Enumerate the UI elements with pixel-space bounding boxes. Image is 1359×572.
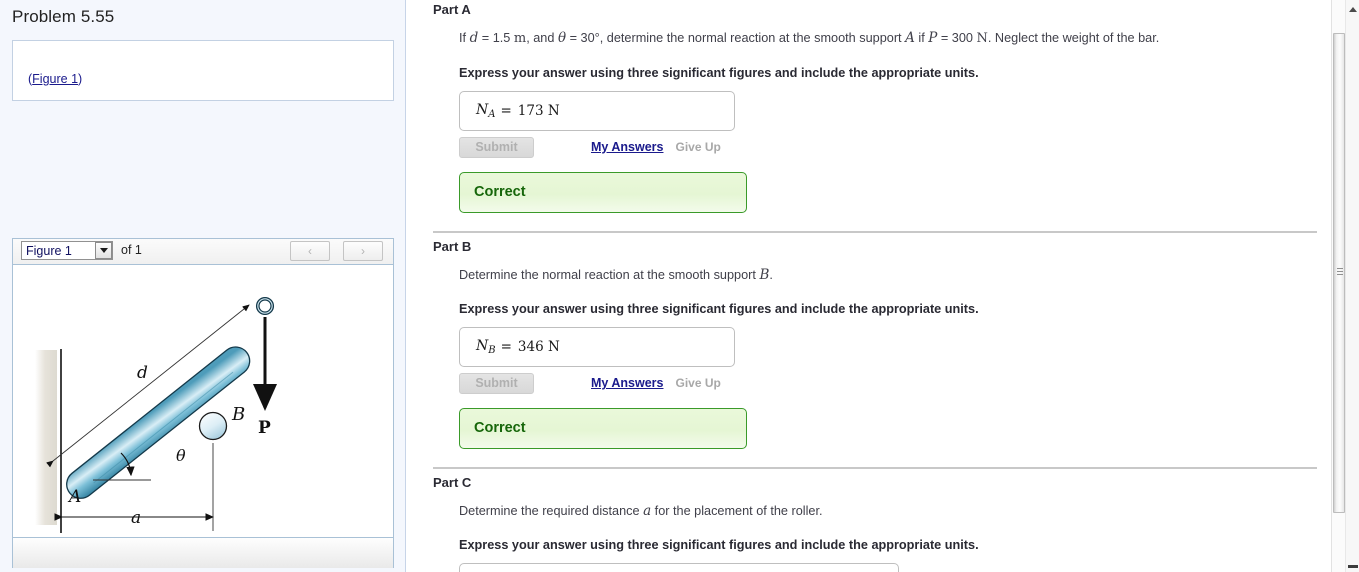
part-a-feedback-box: Correct <box>459 171 747 213</box>
scroll-up-arrow-icon[interactable] <box>1346 2 1359 16</box>
figure-next-button[interactable]: › <box>343 241 383 261</box>
part-b-my-answers-link[interactable]: My Answers <box>591 376 663 390</box>
figure-link[interactable]: (Figure 1) <box>28 72 82 86</box>
part-b-answer-value: 346 N <box>517 338 560 355</box>
part-a-instruction: Express your answer using three signific… <box>459 65 979 80</box>
part-b-heading: Part B <box>433 238 472 254</box>
part-a-submit-button[interactable]: Submit <box>459 136 534 158</box>
figure-link-paren-close: ) <box>78 72 83 86</box>
label-P: P <box>258 418 271 438</box>
parts-main-panel: Part A If d = 1.5 m, and θ = 30°, determ… <box>407 0 1331 572</box>
part-b-button-row: Submit My Answers Give Up <box>459 372 1331 394</box>
figure-select-value: Figure 1 <box>26 243 72 258</box>
chevron-down-icon[interactable] <box>95 242 112 259</box>
figure-diagram: d θ B A a P <box>13 265 393 537</box>
part-a-give-up-link[interactable]: Give Up <box>675 140 720 154</box>
part-a-equals: = <box>500 102 512 119</box>
inner-vertical-scrollbar[interactable] <box>1331 0 1345 572</box>
part-b-submit-button[interactable]: Submit <box>459 372 534 394</box>
part-a-feedback-text: Correct <box>474 184 526 201</box>
part-b-answer-input[interactable]: NB = 346 N <box>459 326 735 367</box>
part-a-answer-input[interactable]: NA = 173 N <box>459 90 735 131</box>
part-block-a: Part A If d = 1.5 m, and θ = 30°, determ… <box>407 0 1331 233</box>
problem-intro-box: (Figure 1) <box>12 40 394 101</box>
figure-panel: Figure 1 of 1 ‹ › d θ B A a P <box>12 238 394 568</box>
bar-roller-diagram-svg: d θ B A a P <box>35 296 277 533</box>
scrollbar-grip-icon <box>1337 268 1343 278</box>
figure-footer-bar <box>13 537 393 568</box>
part-a-answer-symbol: NA <box>476 101 496 120</box>
label-B: B <box>231 404 245 425</box>
part-a-answer-value: 173 N <box>517 102 560 119</box>
part-b-instruction: Express your answer using three signific… <box>459 301 979 316</box>
part-b-equals: = <box>500 338 512 355</box>
part-block-c: Part C Determine the required distance a… <box>407 475 1331 572</box>
part-divider-b-c <box>433 466 1317 469</box>
label-A: A <box>67 487 81 507</box>
part-a-heading: Part A <box>433 2 471 17</box>
inner-scrollbar-thumb[interactable] <box>1333 33 1345 513</box>
figure-toolbar: Figure 1 of 1 ‹ › <box>13 239 393 265</box>
part-b-give-up-link[interactable]: Give Up <box>675 376 720 390</box>
part-c-heading: Part C <box>433 474 472 490</box>
part-b-prompt: Determine the normal reaction at the smo… <box>459 266 773 283</box>
problem-sidebar: Problem 5.55 (Figure 1) Figure 1 of 1 ‹ … <box>0 0 406 572</box>
part-b-feedback-text: Correct <box>474 420 526 437</box>
part-a-my-answers-link[interactable]: My Answers <box>591 140 663 154</box>
label-a: a <box>131 508 141 528</box>
part-c-prompt: Determine the required distance a for th… <box>459 502 823 519</box>
label-d: d <box>137 363 148 383</box>
part-c-answer-input[interactable] <box>459 562 899 572</box>
part-c-instruction: Express your answer using three signific… <box>459 537 979 552</box>
outer-vertical-scrollbar[interactable] <box>1345 0 1359 572</box>
page-root: Problem 5.55 (Figure 1) Figure 1 of 1 ‹ … <box>0 0 1359 572</box>
part-block-b: Part B Determine the normal reaction at … <box>407 239 1331 469</box>
part-a-button-row: Submit My Answers Give Up <box>459 136 1331 158</box>
part-divider-a-b <box>433 230 1317 233</box>
page-title: Problem 5.55 <box>12 7 115 26</box>
label-theta: θ <box>176 446 186 465</box>
figure-count-label: of 1 <box>121 243 142 257</box>
figure-select-dropdown[interactable]: Figure 1 <box>21 241 113 260</box>
part-a-prompt: If d = 1.5 m, and θ = 30°, determine the… <box>459 30 1160 46</box>
part-b-answer-symbol: NB <box>476 337 496 356</box>
part-b-feedback-box: Correct <box>459 407 747 449</box>
figure-link-text[interactable]: Figure 1 <box>32 72 78 86</box>
figure-prev-button[interactable]: ‹ <box>290 241 330 261</box>
scroll-down-indicator-icon[interactable] <box>1348 565 1358 568</box>
